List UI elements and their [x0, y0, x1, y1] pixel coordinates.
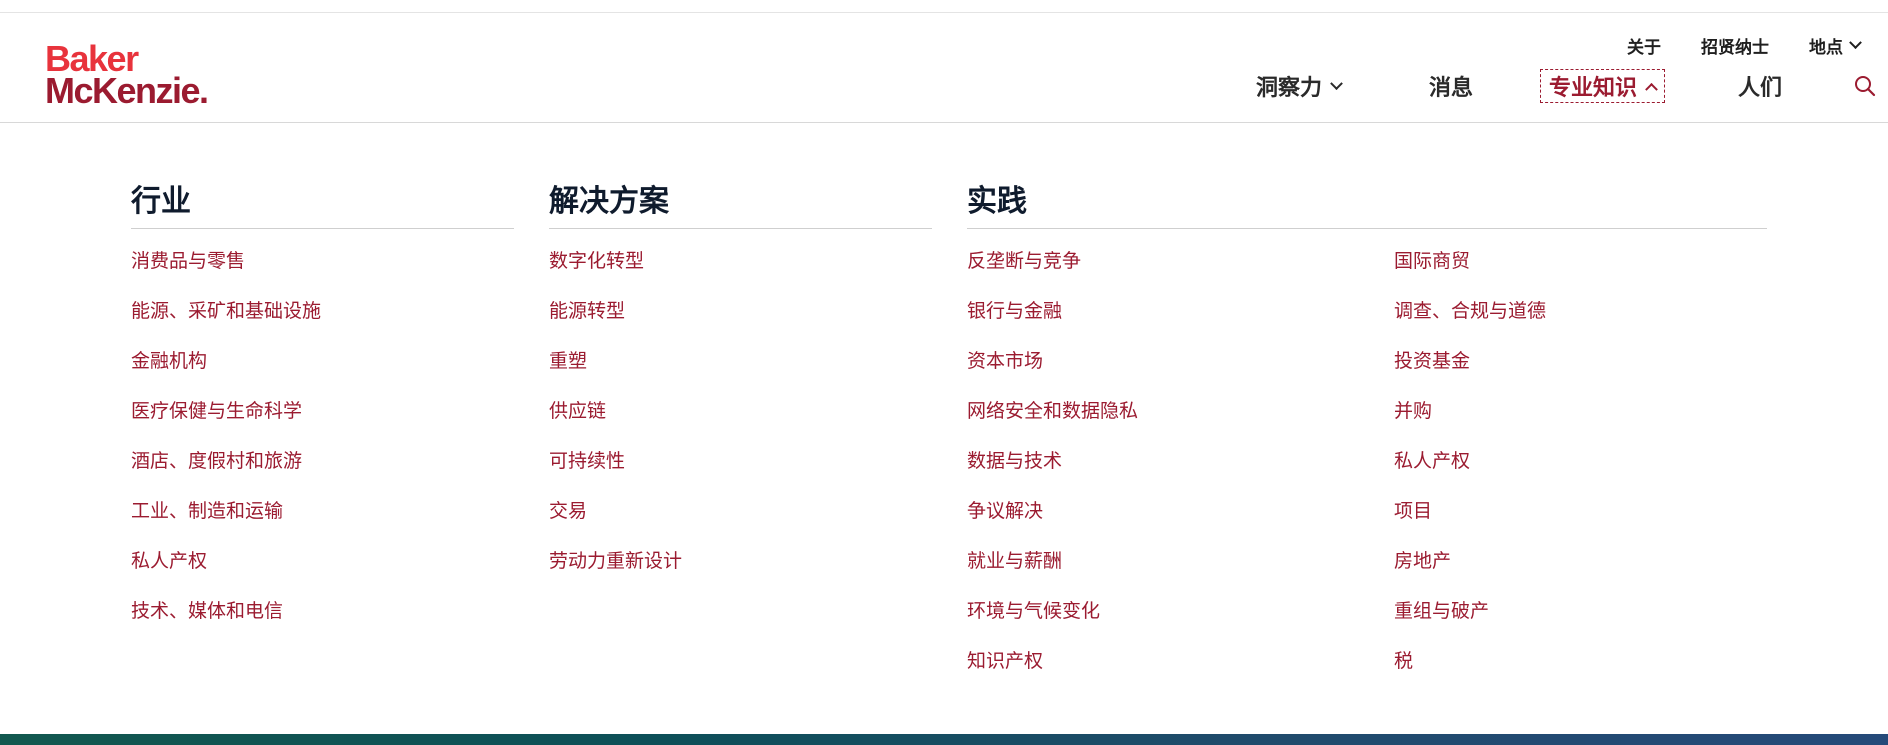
industry-link[interactable]: 消费品与零售: [131, 246, 245, 273]
practice-link[interactable]: 项目: [1394, 496, 1432, 523]
brand-logo[interactable]: Baker McKenzie.: [45, 41, 209, 108]
industry-link[interactable]: 技术、媒体和电信: [131, 596, 283, 623]
main-nav: 洞察力 消息 专业知识 人们: [1256, 69, 1876, 103]
industry-link[interactable]: 私人产权: [131, 546, 207, 573]
solution-link[interactable]: 重塑: [549, 346, 587, 373]
expertise-mega-menu: 行业 解决方案 实践 消费品与零售 能源、采矿和基础设施 金融机构 医疗保健与生…: [0, 124, 1888, 734]
practice-link[interactable]: 知识产权: [967, 646, 1043, 673]
solution-link[interactable]: 劳动力重新设计: [549, 546, 682, 573]
practice-link[interactable]: 环境与气候变化: [967, 596, 1100, 623]
logo-line-2: McKenzie.: [45, 72, 209, 108]
industry-link[interactable]: 金融机构: [131, 346, 207, 373]
practice-link[interactable]: 投资基金: [1394, 346, 1470, 373]
nav-item-label: 人们: [1738, 76, 1783, 101]
site-header: Baker McKenzie. 关于 招贤纳士 地点 洞察力 消息 专业知识 人…: [0, 13, 1888, 123]
practice-link[interactable]: 争议解决: [967, 496, 1043, 523]
practice-link[interactable]: 私人产权: [1394, 446, 1470, 473]
utility-link-label: 关于: [1627, 38, 1661, 58]
utility-link-careers[interactable]: 招贤纳士: [1701, 33, 1769, 58]
practice-link[interactable]: 数据与技术: [967, 446, 1062, 473]
industry-link[interactable]: 酒店、度假村和旅游: [131, 446, 302, 473]
practice-link[interactable]: 资本市场: [967, 346, 1043, 373]
industry-link[interactable]: 能源、采矿和基础设施: [131, 296, 321, 323]
solution-link[interactable]: 供应链: [549, 396, 606, 423]
solution-link[interactable]: 交易: [549, 496, 587, 523]
practice-link[interactable]: 网络安全和数据隐私: [967, 396, 1138, 423]
utility-link-about[interactable]: 关于: [1627, 33, 1661, 58]
logo-line-2-text: McKenzie: [45, 69, 201, 111]
practice-link[interactable]: 并购: [1394, 396, 1432, 423]
nav-item-label: 消息: [1429, 76, 1474, 101]
industry-link[interactable]: 工业、制造和运输: [131, 496, 283, 523]
practice-link[interactable]: 重组与破产: [1394, 596, 1489, 623]
utility-nav: 关于 招贤纳士 地点: [1627, 33, 1862, 58]
solution-link[interactable]: 数字化转型: [549, 246, 644, 273]
solutions-heading: 解决方案: [549, 176, 932, 229]
industry-link[interactable]: 医疗保健与生命科学: [131, 396, 302, 423]
chevron-up-icon: [1645, 82, 1658, 96]
nav-item-people[interactable]: 人们: [1738, 69, 1782, 103]
nav-item-news[interactable]: 消息: [1429, 69, 1473, 103]
chevron-down-icon: [1330, 76, 1343, 90]
utility-link-locations[interactable]: 地点: [1809, 33, 1862, 58]
nav-item-expertise[interactable]: 专业知识: [1540, 69, 1666, 103]
nav-item-label: 专业知识: [1549, 76, 1638, 101]
utility-link-label: 招贤纳士: [1701, 38, 1769, 58]
utility-link-label: 地点: [1809, 38, 1843, 58]
search-icon[interactable]: [1854, 75, 1876, 97]
practices-heading: 实践: [967, 176, 1767, 229]
solution-link[interactable]: 能源转型: [549, 296, 625, 323]
practice-link[interactable]: 银行与金融: [967, 296, 1062, 323]
practice-link[interactable]: 房地产: [1394, 546, 1451, 573]
practice-link[interactable]: 国际商贸: [1394, 246, 1470, 273]
practice-link[interactable]: 调查、合规与道德: [1394, 296, 1546, 323]
solution-link[interactable]: 可持续性: [549, 446, 625, 473]
logo-dot: .: [199, 69, 209, 111]
industries-heading: 行业: [131, 176, 514, 229]
practice-link[interactable]: 税: [1394, 646, 1413, 673]
nav-item-insights[interactable]: 洞察力: [1256, 69, 1343, 103]
hero-image-strip: [0, 734, 1888, 745]
nav-item-label: 洞察力: [1256, 76, 1323, 101]
chevron-down-icon: [1849, 36, 1862, 50]
practice-link[interactable]: 就业与薪酬: [967, 546, 1062, 573]
practice-link[interactable]: 反垄断与竞争: [967, 246, 1081, 273]
